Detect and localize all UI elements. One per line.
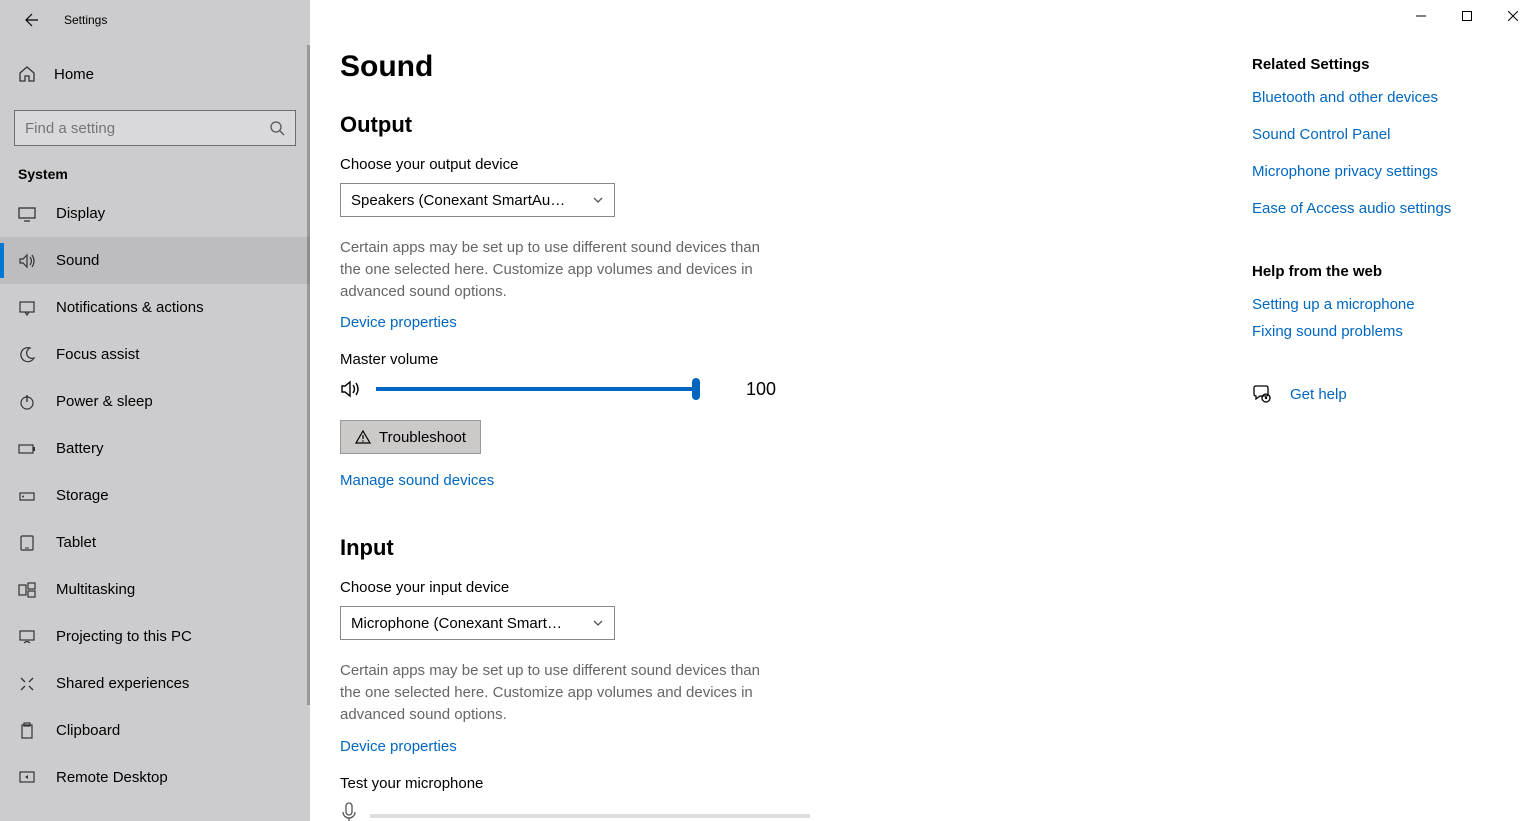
sidebar-item-notifications[interactable]: Notifications & actions: [0, 284, 310, 331]
get-help-row[interactable]: Get help: [1252, 384, 1516, 404]
master-volume-slider[interactable]: [376, 387, 696, 391]
moon-icon: [18, 346, 36, 364]
sidebar-item-label: Sound: [56, 252, 99, 269]
display-icon: [18, 205, 36, 223]
help-from-web-header: Help from the web: [1252, 263, 1516, 280]
input-device-properties-link[interactable]: Device properties: [340, 738, 457, 755]
sidebar-item-multitasking[interactable]: Multitasking: [0, 566, 310, 613]
output-device-value: Speakers (Conexant SmartAudio...: [351, 192, 571, 209]
main-content: Sound Output Choose your output device S…: [310, 0, 1252, 821]
shared-icon: [18, 675, 36, 693]
sidebar-home[interactable]: Home: [0, 52, 310, 96]
close-button[interactable]: [1490, 0, 1536, 32]
search-icon: [269, 120, 285, 136]
sidebar-item-power-sleep[interactable]: Power & sleep: [0, 378, 310, 425]
sidebar: Settings Home System Display Sound Notif…: [0, 0, 310, 821]
input-header: Input: [340, 535, 1222, 561]
link-ease-of-access-audio[interactable]: Ease of Access audio settings: [1252, 200, 1516, 217]
sidebar-item-storage[interactable]: Storage: [0, 472, 310, 519]
sidebar-item-tablet[interactable]: Tablet: [0, 519, 310, 566]
clipboard-icon: [18, 722, 36, 740]
sidebar-item-remote-desktop[interactable]: Remote Desktop: [0, 754, 310, 801]
sidebar-item-label: Power & sleep: [56, 393, 153, 410]
get-help-icon: [1252, 384, 1272, 404]
back-button[interactable]: [20, 10, 40, 30]
search-input[interactable]: [25, 120, 269, 137]
remote-desktop-icon: [18, 769, 36, 787]
chevron-down-icon: [592, 194, 604, 206]
microphone-level-bar: [370, 814, 810, 818]
window-title: Settings: [64, 13, 107, 27]
notifications-icon: [18, 299, 36, 317]
projecting-icon: [18, 628, 36, 646]
sidebar-item-label: Notifications & actions: [56, 299, 204, 316]
tablet-icon: [18, 534, 36, 552]
sidebar-item-label: Projecting to this PC: [56, 628, 192, 645]
sound-icon: [18, 252, 36, 270]
test-microphone-label: Test your microphone: [340, 775, 1222, 792]
sidebar-item-label: Storage: [56, 487, 109, 504]
storage-icon: [18, 487, 36, 505]
output-choose-label: Choose your output device: [340, 156, 1222, 173]
speaker-icon[interactable]: [340, 378, 362, 400]
page-title: Sound: [340, 50, 1222, 84]
troubleshoot-button[interactable]: Troubleshoot: [340, 420, 481, 454]
slider-thumb[interactable]: [692, 378, 700, 400]
minimize-button[interactable]: [1398, 0, 1444, 32]
warning-icon: [355, 429, 371, 445]
sidebar-item-label: Clipboard: [56, 722, 120, 739]
troubleshoot-label: Troubleshoot: [379, 429, 466, 446]
microphone-icon: [340, 802, 358, 821]
output-device-properties-link[interactable]: Device properties: [340, 314, 457, 331]
right-panel: Related Settings Bluetooth and other dev…: [1252, 0, 1536, 821]
manage-sound-devices-link[interactable]: Manage sound devices: [340, 472, 494, 489]
sidebar-item-label: Display: [56, 205, 105, 222]
battery-icon: [18, 440, 36, 458]
sidebar-item-label: Shared experiences: [56, 675, 189, 692]
sidebar-item-label: Focus assist: [56, 346, 139, 363]
master-volume-value: 100: [746, 379, 776, 400]
home-icon: [18, 65, 36, 83]
sidebar-home-label: Home: [54, 66, 94, 83]
sidebar-item-display[interactable]: Display: [0, 190, 310, 237]
sidebar-item-label: Multitasking: [56, 581, 135, 598]
sidebar-section: System: [0, 152, 310, 190]
multitasking-icon: [18, 581, 36, 599]
link-microphone-privacy[interactable]: Microphone privacy settings: [1252, 163, 1516, 180]
link-setting-up-microphone[interactable]: Setting up a microphone: [1252, 296, 1516, 313]
chevron-down-icon: [592, 617, 604, 629]
search-input-wrapper[interactable]: [14, 110, 296, 146]
sidebar-item-label: Tablet: [56, 534, 96, 551]
output-device-select[interactable]: Speakers (Conexant SmartAudio...: [340, 183, 615, 217]
input-choose-label: Choose your input device: [340, 579, 1222, 596]
sidebar-item-shared-experiences[interactable]: Shared experiences: [0, 660, 310, 707]
sidebar-item-sound[interactable]: Sound: [0, 237, 310, 284]
sidebar-item-battery[interactable]: Battery: [0, 425, 310, 472]
sidebar-item-projecting[interactable]: Projecting to this PC: [0, 613, 310, 660]
link-fixing-sound-problems[interactable]: Fixing sound problems: [1252, 323, 1516, 340]
input-device-select[interactable]: Microphone (Conexant SmartAud...: [340, 606, 615, 640]
sidebar-item-clipboard[interactable]: Clipboard: [0, 707, 310, 754]
input-device-value: Microphone (Conexant SmartAud...: [351, 615, 571, 632]
link-sound-control-panel[interactable]: Sound Control Panel: [1252, 126, 1516, 143]
sidebar-item-label: Battery: [56, 440, 104, 457]
link-bluetooth-devices[interactable]: Bluetooth and other devices: [1252, 89, 1516, 106]
related-settings-header: Related Settings: [1252, 56, 1516, 73]
sidebar-item-label: Remote Desktop: [56, 769, 168, 786]
power-icon: [18, 393, 36, 411]
sidebar-item-focus-assist[interactable]: Focus assist: [0, 331, 310, 378]
master-volume-label: Master volume: [340, 351, 1222, 368]
output-helper-text: Certain apps may be set up to use differ…: [340, 237, 780, 302]
output-header: Output: [340, 112, 1222, 138]
maximize-button[interactable]: [1444, 0, 1490, 32]
input-helper-text: Certain apps may be set up to use differ…: [340, 660, 780, 725]
get-help-link[interactable]: Get help: [1290, 386, 1347, 403]
